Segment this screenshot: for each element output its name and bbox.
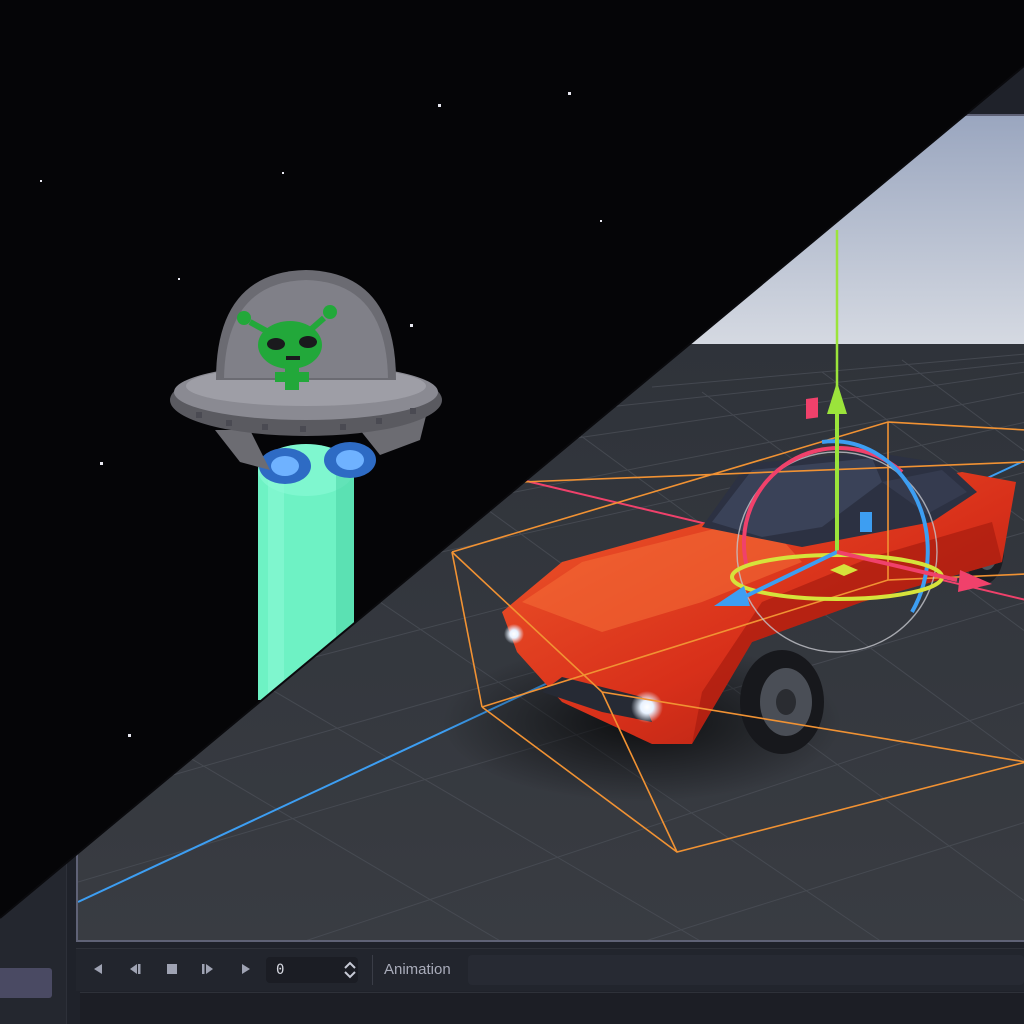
headlight-right bbox=[631, 691, 663, 723]
sidebar-selected-item[interactable] bbox=[0, 968, 52, 998]
scene-composite: 0 Animation bbox=[0, 0, 1024, 1024]
stop-icon bbox=[167, 964, 177, 974]
jump-to-start-button[interactable] bbox=[86, 959, 110, 981]
gizmo-plane-handle-x[interactable] bbox=[806, 397, 818, 420]
play-from-start-icon bbox=[202, 964, 213, 974]
play-backwards-icon bbox=[130, 964, 141, 974]
animation-selector[interactable] bbox=[468, 955, 1024, 985]
stop-button[interactable] bbox=[160, 959, 184, 981]
gizmo-plane-handle-z[interactable] bbox=[860, 512, 872, 532]
play-backwards-button[interactable] bbox=[122, 959, 146, 981]
animation-toolbar: 0 Animation bbox=[76, 948, 1024, 991]
jump-to-start-icon bbox=[94, 964, 102, 974]
toolbar-separator bbox=[372, 955, 373, 985]
play-button[interactable] bbox=[234, 959, 258, 981]
animation-label: Animation bbox=[384, 961, 451, 978]
spin-arrows-icon bbox=[344, 961, 356, 979]
frame-value: 0 bbox=[276, 962, 285, 978]
animation-track-panel bbox=[80, 992, 1024, 1024]
play-icon bbox=[242, 964, 250, 974]
play-from-start-button[interactable] bbox=[196, 959, 220, 981]
frame-spin-button[interactable] bbox=[342, 961, 358, 979]
headlight-left bbox=[504, 624, 524, 644]
